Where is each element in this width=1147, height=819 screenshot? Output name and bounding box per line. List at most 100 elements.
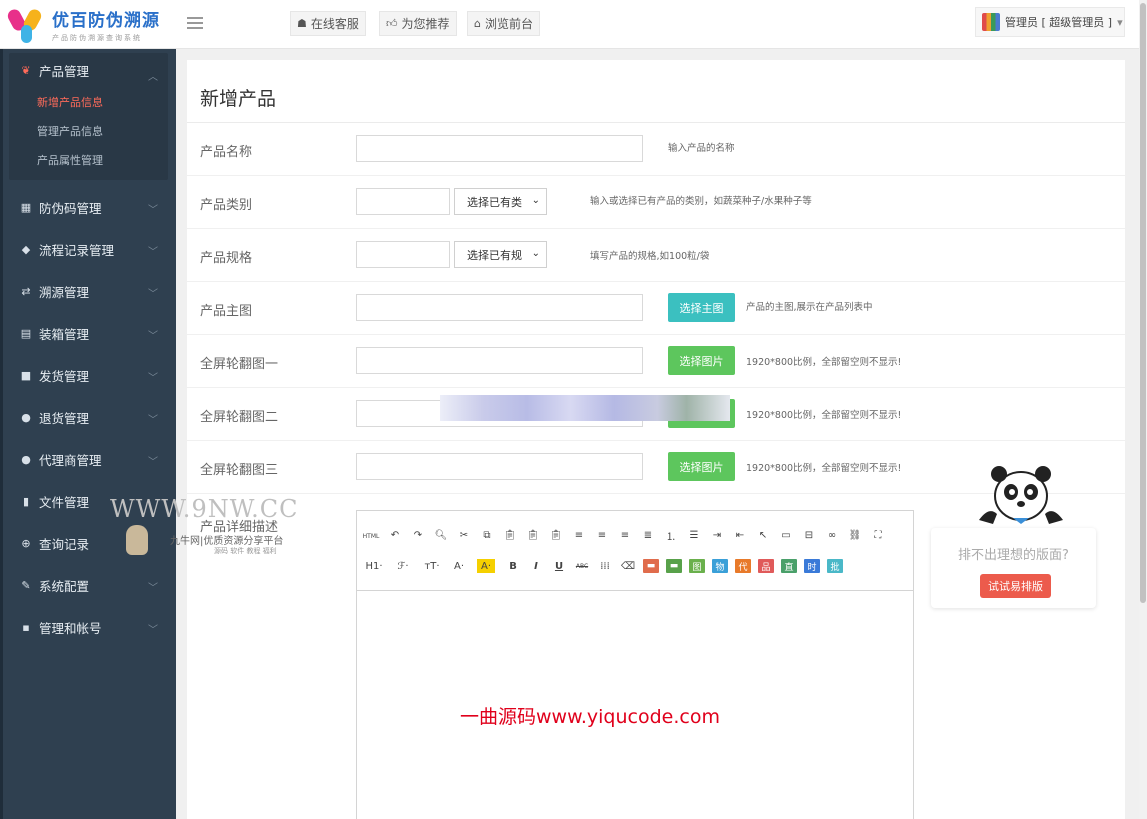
insert-image-icon[interactable]: ▬ <box>643 559 659 573</box>
user-menu[interactable]: 管理员 [ 超级管理员 ] ▾ <box>975 7 1125 37</box>
main-image-input[interactable] <box>356 294 643 321</box>
scrollbar[interactable] <box>1139 0 1147 819</box>
paste-icon[interactable]: 📋︎ <box>502 528 518 542</box>
choose-main-image-button[interactable]: 选择主图 <box>668 293 735 322</box>
template-image-icon[interactable]: 图 <box>689 559 705 573</box>
select-all-icon[interactable]: ↖ <box>755 528 771 542</box>
sidebar-item-anticounterfeit[interactable]: ▦ 防伪码管理 ﹀ <box>3 186 176 228</box>
sidebar-item-traceability[interactable]: ⇄ 溯源管理 ﹀ <box>3 270 176 312</box>
insert-media-icon[interactable]: ▬ <box>666 559 682 573</box>
align-center-icon[interactable]: ≡ <box>594 528 610 542</box>
chevron-down-icon: ﹀ <box>148 457 158 468</box>
template-goods-icon[interactable]: 物 <box>712 559 728 573</box>
eraser-icon[interactable]: ⌫ <box>620 559 636 573</box>
view-frontend-button[interactable]: ⌂ 浏览前台 <box>467 11 540 36</box>
paste-text-icon[interactable]: 📋︎ <box>525 528 541 542</box>
font-size-icon[interactable]: тT· <box>421 559 443 573</box>
cut-icon[interactable]: ✂ <box>456 528 472 542</box>
sidebar-item-shipping[interactable]: ■ 发货管理 ﹀ <box>3 354 176 396</box>
sidebar-item-label: 管理和帐号 <box>39 620 102 636</box>
row-product-name: 产品名称 输入产品的名称 <box>187 123 1125 176</box>
choose-banner3-button[interactable]: 选择图片 <box>668 452 735 481</box>
thumbs-up-icon: 👍︎ <box>386 17 398 30</box>
spec-label: 产品规格 <box>200 251 253 266</box>
layout-ad-card: 排不出理想的版面? 试试易排版 <box>931 528 1096 608</box>
banner3-input[interactable] <box>356 453 643 480</box>
strikethrough-icon[interactable]: ABC <box>574 559 590 573</box>
redo-icon[interactable]: ↷ <box>410 528 426 542</box>
spec-hint: 填写产品的规格,如100粒/袋 <box>590 251 710 262</box>
try-layout-button[interactable]: 试试易排版 <box>980 574 1051 598</box>
rich-text-editor[interactable]: HTML ↶ ↷ 🔍︎ ✂ ⧉ 📋︎ 📋︎ 📋︎ ≡ ≡ ≡ ≣ ⒈ ☰ ⇥ ⇤… <box>356 510 914 819</box>
copy-icon[interactable]: ⧉ <box>479 528 495 542</box>
grid-icon: ▤ <box>20 326 32 340</box>
sidebar-item-agents[interactable]: ● 代理商管理 ﹀ <box>3 438 176 480</box>
home-icon: ⌂ <box>474 17 481 30</box>
logo[interactable]: 优百防伪溯源 产品防伪溯源查询系统 <box>0 0 176 49</box>
template-code-icon[interactable]: 代 <box>735 559 751 573</box>
sidebar-item-process-records[interactable]: ◆ 流程记录管理 ﹀ <box>3 228 176 270</box>
sidebar-sub-manage-product[interactable]: 管理产品信息 <box>9 116 168 145</box>
template-direct-icon[interactable]: 直 <box>781 559 797 573</box>
align-left-icon[interactable]: ≡ <box>571 528 587 542</box>
undo-icon[interactable]: ↶ <box>387 528 403 542</box>
unordered-list-icon[interactable]: ☰ <box>686 528 702 542</box>
category-input[interactable] <box>356 188 450 215</box>
sidebar-item-product[interactable]: ❦ 产品管理 ︿ <box>9 53 168 87</box>
wrench-icon: ✎ <box>21 578 31 592</box>
recommend-button[interactable]: 👍︎ 为您推荐 <box>379 11 457 36</box>
bold-icon[interactable]: B <box>505 559 521 573</box>
product-name-input[interactable] <box>356 135 643 162</box>
scrollbar-thumb[interactable] <box>1140 3 1146 603</box>
unlink-icon[interactable]: ⛓︎ <box>847 528 863 542</box>
outdent-icon[interactable]: ⇤ <box>732 528 748 542</box>
ordered-list-icon[interactable]: ⒈ <box>663 528 679 543</box>
online-service-button[interactable]: ☗ 在线客服 <box>290 11 366 36</box>
category-select-value: 选择已有类 <box>467 195 522 209</box>
sidebar-item-label: 装箱管理 <box>39 326 90 342</box>
html-source-icon[interactable]: HTML <box>363 529 380 543</box>
background-color-icon[interactable]: A· <box>477 559 495 573</box>
minus-circle-icon: ● <box>21 410 31 424</box>
font-color-icon[interactable]: A· <box>450 559 468 573</box>
sidebar-item-accounts[interactable]: ▪ 管理和帐号 ﹀ <box>3 606 176 648</box>
align-right-icon[interactable]: ≡ <box>617 528 633 542</box>
sidebar-sub-add-product[interactable]: 新增产品信息 <box>9 87 168 116</box>
choose-banner1-button[interactable]: 选择图片 <box>668 346 735 375</box>
preview-icon[interactable]: 🔍︎ <box>433 528 449 542</box>
sidebar-item-label: 发货管理 <box>39 368 90 384</box>
paste-word-icon[interactable]: 📋︎ <box>548 528 564 542</box>
brand-name: 优百防伪溯源 <box>52 11 160 31</box>
fullscreen-icon[interactable]: ⛶ <box>870 528 886 542</box>
file-icon: ▮ <box>22 494 30 508</box>
link-icon[interactable]: ∞ <box>824 528 840 542</box>
table-icon[interactable]: ▭ <box>778 528 794 542</box>
justify-icon[interactable]: ≣ <box>640 528 656 542</box>
sidebar-item-packing[interactable]: ▤ 装箱管理 ﹀ <box>3 312 176 354</box>
editor-toolbar: HTML ↶ ↷ 🔍︎ ✂ ⧉ 📋︎ 📋︎ 📋︎ ≡ ≡ ≡ ≣ ⒈ ☰ ⇥ ⇤… <box>357 511 913 591</box>
italic-icon[interactable]: I <box>528 559 544 573</box>
underline-icon[interactable]: U <box>551 559 567 573</box>
robot-icon: ☗ <box>297 17 307 30</box>
font-family-icon[interactable]: ℱ· <box>393 559 413 573</box>
sidebar-item-query-records[interactable]: ⊕ 查询记录 <box>3 522 176 564</box>
spec-select[interactable]: 选择已有规 ⌄ <box>454 241 547 268</box>
template-time-icon[interactable]: 时 <box>804 559 820 573</box>
menu-toggle-icon[interactable] <box>187 15 203 31</box>
watermark-slogan: 九牛网|优质资源分享平台 <box>170 536 284 547</box>
template-product-icon[interactable]: 品 <box>758 559 774 573</box>
insert-row-icon[interactable]: ⊟ <box>801 528 817 542</box>
grid-dots-icon[interactable]: ⁞⁞⁞ <box>597 559 613 573</box>
sidebar-item-label: 流程记录管理 <box>39 242 115 258</box>
indent-icon[interactable]: ⇥ <box>709 528 725 542</box>
spec-input[interactable] <box>356 241 450 268</box>
sidebar-sub-product-attributes[interactable]: 产品属性管理 <box>9 145 168 174</box>
banner1-input[interactable] <box>356 347 643 374</box>
category-select[interactable]: 选择已有类 ⌄ <box>454 188 547 215</box>
product-name-hint: 输入产品的名称 <box>668 143 735 154</box>
heading-icon[interactable]: H1· <box>363 559 385 573</box>
sidebar-item-system-config[interactable]: ✎ 系统配置 ﹀ <box>3 564 176 606</box>
template-batch-icon[interactable]: 批 <box>827 559 843 573</box>
sidebar-item-returns[interactable]: ● 退货管理 ﹀ <box>3 396 176 438</box>
caret-down-icon: ▾ <box>1117 15 1123 29</box>
